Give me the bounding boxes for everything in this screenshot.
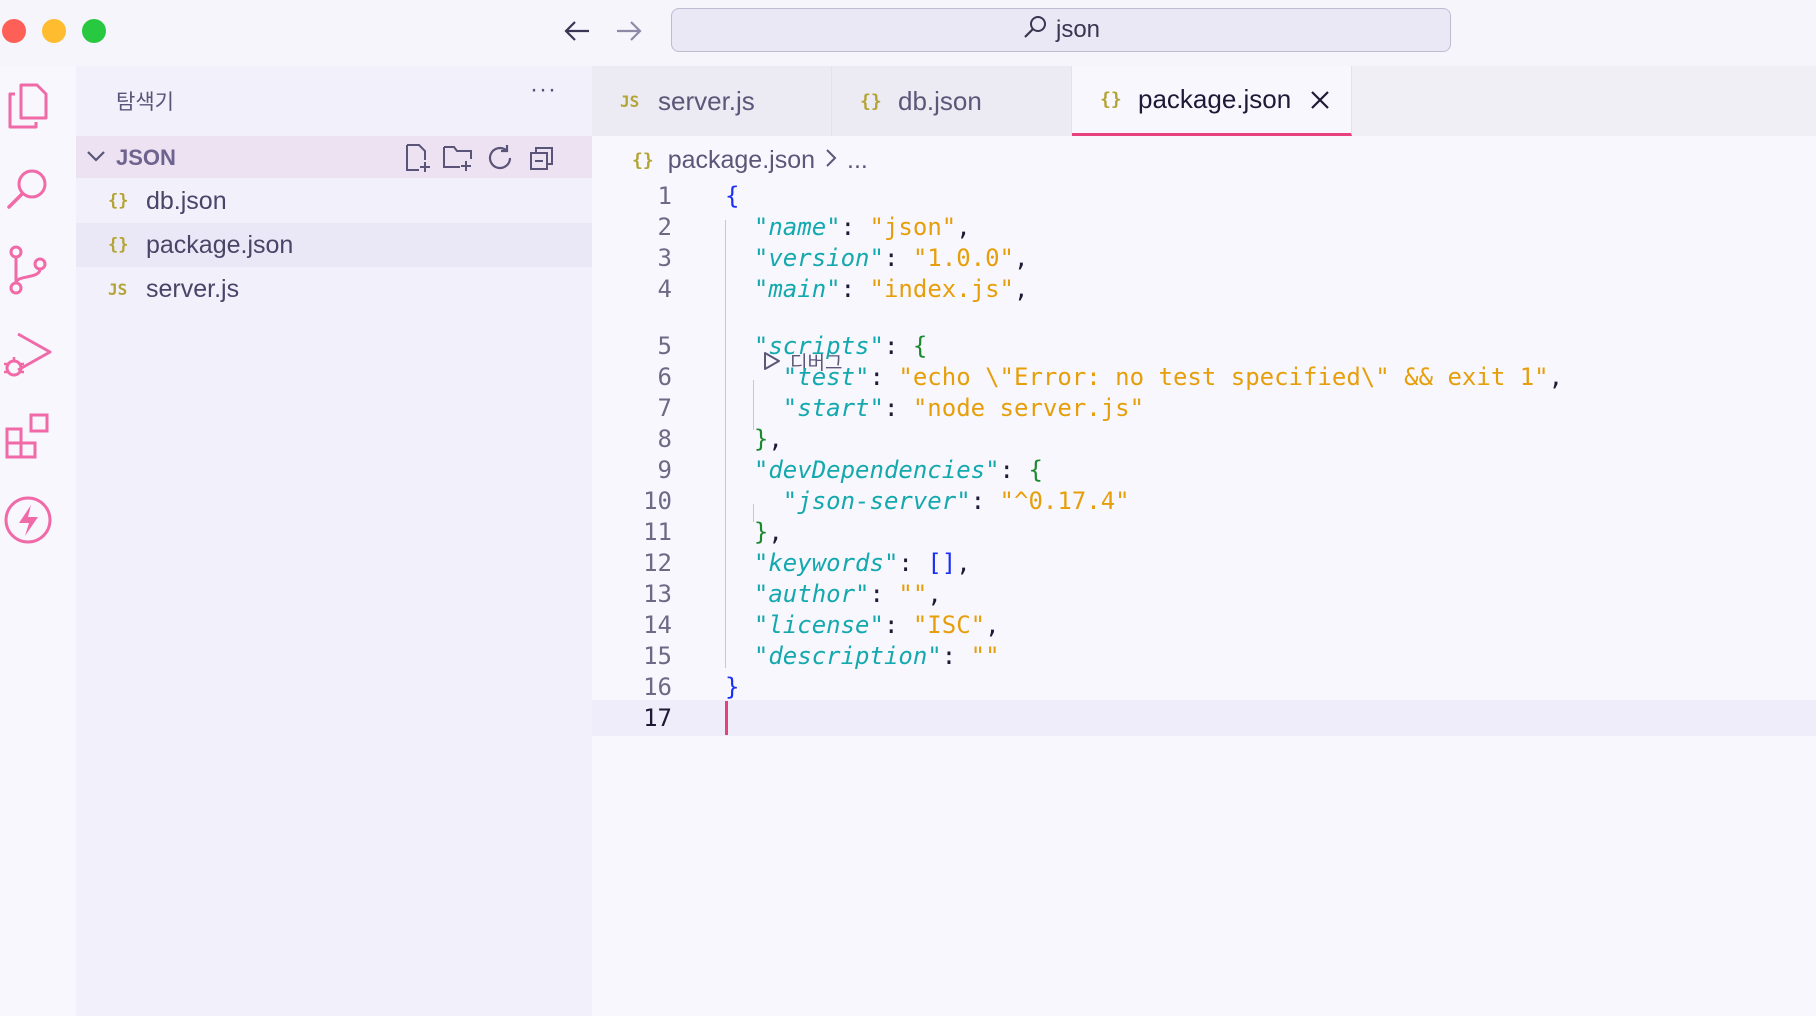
js-file-icon: JS <box>620 91 640 111</box>
search-text: json <box>1055 16 1101 43</box>
code-text: "main": "index.js", <box>753 275 1029 303</box>
json-file-icon: {} <box>108 191 129 211</box>
line-number: 17 <box>643 704 672 732</box>
close-window-button[interactable] <box>2 19 26 43</box>
source-control-icon[interactable] <box>0 242 56 298</box>
json-file-icon: {} <box>860 90 882 112</box>
json-file-icon: {} <box>108 235 129 255</box>
json-file-icon: {} <box>632 149 654 171</box>
js-file-icon: JS <box>108 279 128 299</box>
title-bar: json <box>0 0 1816 66</box>
more-actions-icon[interactable]: ··· <box>530 76 557 104</box>
arrow-left-icon[interactable] <box>560 14 594 48</box>
file-label: server.js <box>146 274 240 303</box>
tab-package-json[interactable]: {} package.json <box>1072 66 1352 136</box>
line-number: 4 <box>657 275 672 303</box>
explorer-title: 탐색기 <box>116 91 174 114</box>
command-center-search[interactable]: json <box>671 8 1451 52</box>
collapse-all-icon[interactable] <box>524 141 560 175</box>
file-item-db-json[interactable]: {} db.json <box>76 179 592 223</box>
files-icon[interactable] <box>0 78 56 134</box>
chevron-down-icon[interactable] <box>84 144 108 173</box>
minimize-window-button[interactable] <box>42 19 66 43</box>
file-item-server-js[interactable]: JS server.js <box>76 267 592 311</box>
tab-server-js[interactable]: JS server.js <box>592 66 832 136</box>
tab-db-json[interactable]: {} db.json <box>832 66 1072 136</box>
search-icon <box>1022 14 1048 47</box>
editor-area: JS server.js {} db.json {} package.json … <box>592 66 1816 1016</box>
file-label: package.json <box>146 230 294 259</box>
tab-label: package.json <box>1138 84 1292 114</box>
explorer-sidebar: 탐색기 ··· JSON {} db.json {} package.json … <box>76 66 592 1016</box>
breadcrumb: {} package.json ... <box>632 142 868 178</box>
breadcrumb-file[interactable]: package.json <box>668 146 815 175</box>
tab-bar: JS server.js {} db.json {} package.json <box>592 66 1816 136</box>
code-line[interactable]: 4 "main": "index.js", <box>592 271 1816 307</box>
text-cursor <box>725 701 728 735</box>
tab-label: server.js <box>658 85 755 116</box>
refresh-icon[interactable] <box>482 141 518 175</box>
lightning-icon[interactable] <box>0 492 56 548</box>
folder-name: JSON <box>116 145 176 170</box>
breadcrumb-symbol[interactable]: ... <box>847 146 868 175</box>
folder-section-json[interactable]: JSON <box>76 136 592 178</box>
code-line[interactable]: 17 <box>592 700 1816 736</box>
new-folder-icon[interactable] <box>440 141 476 175</box>
close-icon[interactable] <box>1309 89 1331 111</box>
chevron-right-icon <box>825 146 837 175</box>
arrow-right-icon[interactable] <box>612 14 646 48</box>
new-file-icon[interactable] <box>400 141 436 175</box>
activity-bar <box>0 66 76 1016</box>
tab-label: db.json <box>898 85 982 116</box>
search-icon[interactable] <box>0 162 56 218</box>
extensions-icon[interactable] <box>0 408 56 464</box>
file-label: db.json <box>146 186 227 215</box>
maximize-window-button[interactable] <box>82 19 106 43</box>
file-item-package-json[interactable]: {} package.json <box>76 223 592 267</box>
run-debug-icon[interactable] <box>0 326 56 382</box>
json-file-icon: {} <box>1100 89 1122 110</box>
code-editor[interactable]: 디버그 1{2 "name": "json", 3 "version": "1.0… <box>592 178 1816 878</box>
